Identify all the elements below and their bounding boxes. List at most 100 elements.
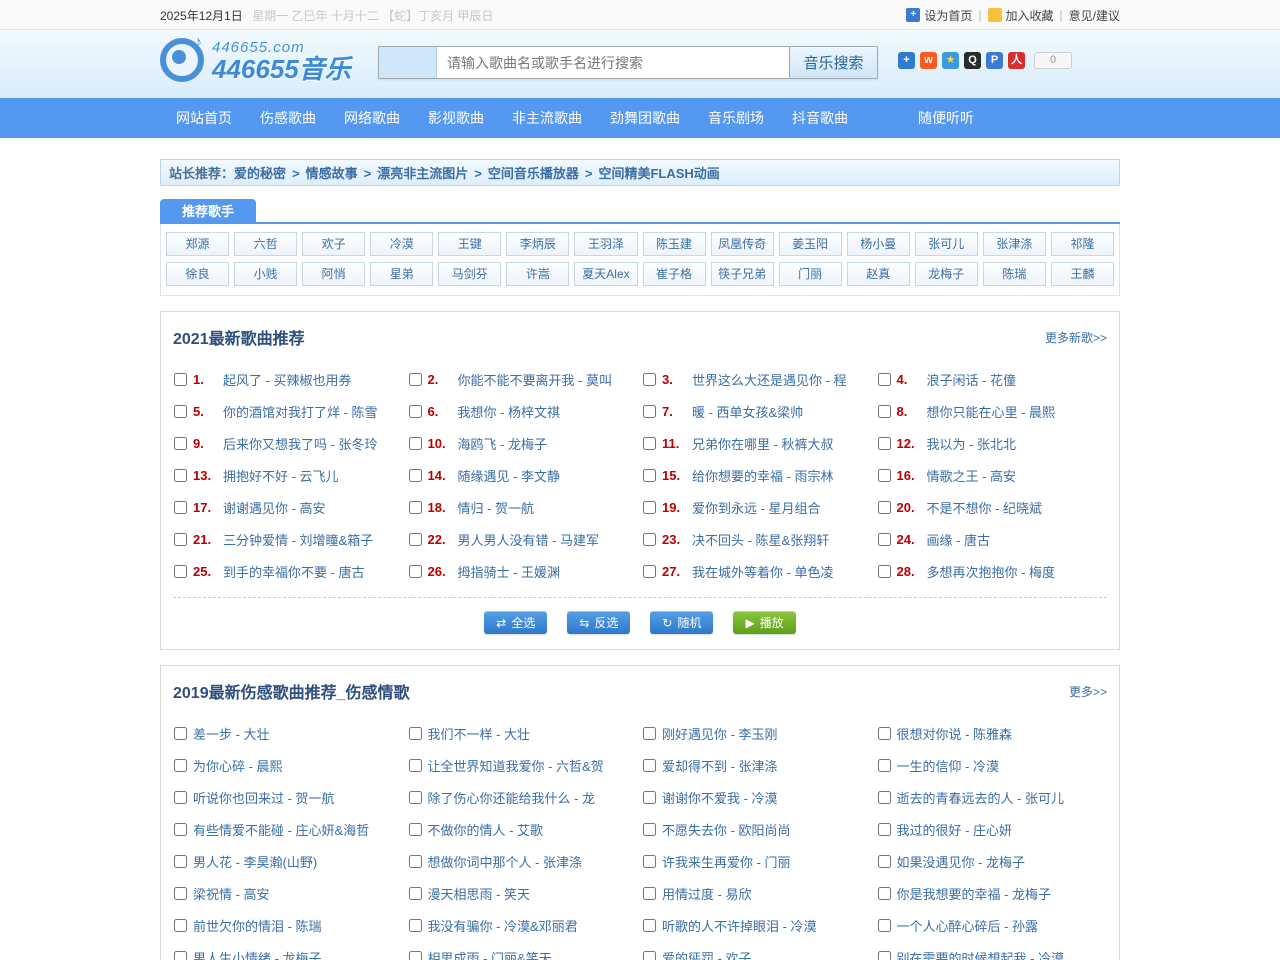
site-logo[interactable]: 446655.com 446655音乐 bbox=[160, 38, 351, 82]
song-checkbox[interactable] bbox=[409, 791, 422, 804]
singer-item[interactable]: 小贱 bbox=[234, 262, 297, 286]
nav-item-8[interactable]: 随便听听 bbox=[904, 98, 988, 138]
song-link[interactable]: 不愿失去你 - 欧阳尚尚 bbox=[662, 820, 791, 839]
renren-icon[interactable]: 人 bbox=[1008, 52, 1025, 69]
singer-item[interactable]: 星弟 bbox=[370, 262, 433, 286]
song-link[interactable]: 我们不一样 - 大壮 bbox=[428, 724, 531, 743]
song-link[interactable]: 逝去的青春远去的人 - 张可儿 bbox=[897, 788, 1065, 807]
song-checkbox[interactable] bbox=[409, 823, 422, 836]
nav-item-7[interactable]: 抖音歌曲 bbox=[778, 98, 862, 138]
nav-item-5[interactable]: 劲舞团歌曲 bbox=[596, 98, 694, 138]
search-category-selector[interactable] bbox=[379, 47, 437, 78]
singer-item[interactable]: 王羽泽 bbox=[574, 232, 637, 256]
singer-item[interactable]: 杨小曼 bbox=[847, 232, 910, 256]
song-link[interactable]: 梁祝情 - 高安 bbox=[193, 884, 270, 903]
song-link[interactable]: 我过的很好 - 庄心妍 bbox=[897, 820, 1013, 839]
song-checkbox[interactable] bbox=[174, 405, 187, 418]
song-link[interactable]: 男人花 - 李昊瀚(山野) bbox=[193, 852, 317, 871]
song-checkbox[interactable] bbox=[643, 565, 656, 578]
top-link-2[interactable]: 意见/建议 bbox=[1069, 7, 1120, 24]
song-checkbox[interactable] bbox=[643, 533, 656, 546]
song-checkbox[interactable] bbox=[174, 759, 187, 772]
song-checkbox[interactable] bbox=[409, 951, 422, 960]
song-checkbox[interactable] bbox=[643, 919, 656, 932]
share-plus-icon[interactable]: + bbox=[898, 52, 915, 69]
song-checkbox[interactable] bbox=[878, 373, 891, 386]
song-checkbox[interactable] bbox=[643, 791, 656, 804]
song-link[interactable]: 让全世界知道我爱你 - 六哲&贺 bbox=[428, 756, 604, 775]
search-input[interactable] bbox=[437, 47, 789, 78]
song-link[interactable]: 刚好遇见你 - 李玉刚 bbox=[662, 724, 778, 743]
song-link[interactable]: 情歌之王 - 高安 bbox=[927, 466, 1017, 485]
qzone-icon[interactable]: ★ bbox=[942, 52, 959, 69]
song-link[interactable]: 爱的惩罚 - 欢子 bbox=[662, 948, 752, 960]
nav-item-4[interactable]: 非主流歌曲 bbox=[498, 98, 596, 138]
song-checkbox[interactable] bbox=[878, 437, 891, 450]
song-checkbox[interactable] bbox=[174, 887, 187, 900]
song-link[interactable]: 有些情爱不能碰 - 庄心妍&海哲 bbox=[193, 820, 369, 839]
song-link[interactable]: 拇指骑士 - 王媛渊 bbox=[458, 562, 561, 581]
song-link[interactable]: 三分钟爱情 - 刘增瞳&箱子 bbox=[223, 530, 373, 549]
song-link[interactable]: 暖 - 西单女孩&梁帅 bbox=[692, 402, 803, 421]
song-link[interactable]: 到手的幸福你不要 - 唐古 bbox=[223, 562, 365, 581]
nav-item-2[interactable]: 网络歌曲 bbox=[330, 98, 414, 138]
song-checkbox[interactable] bbox=[409, 887, 422, 900]
song-link[interactable]: 别在需要的时候想起我 - 冷漠 bbox=[897, 948, 1065, 960]
song-checkbox[interactable] bbox=[878, 823, 891, 836]
singer-item[interactable]: 凤凰传奇 bbox=[711, 232, 774, 256]
song-link[interactable]: 我以为 - 张北北 bbox=[927, 434, 1017, 453]
music-search-button[interactable]: 音乐搜索 bbox=[789, 47, 877, 78]
song-link[interactable]: 男人生小情绪 - 龙梅子 bbox=[193, 948, 322, 960]
singer-item[interactable]: 祁隆 bbox=[1051, 232, 1114, 256]
song-checkbox[interactable] bbox=[174, 791, 187, 804]
song-link[interactable]: 爱却得不到 - 张津涤 bbox=[662, 756, 778, 775]
song-checkbox[interactable] bbox=[643, 469, 656, 482]
song-link[interactable]: 起风了 - 买辣椒也用券 bbox=[223, 370, 352, 389]
song-link[interactable]: 你是我想要的幸福 - 龙梅子 bbox=[897, 884, 1052, 903]
song-link[interactable]: 海鸥飞 - 龙梅子 bbox=[458, 434, 548, 453]
song-link[interactable]: 如果没遇见你 - 龙梅子 bbox=[897, 852, 1026, 871]
singer-item[interactable]: 陈玉建 bbox=[643, 232, 706, 256]
song-checkbox[interactable] bbox=[409, 373, 422, 386]
song-link[interactable]: 用情过度 - 易欣 bbox=[662, 884, 752, 903]
singer-item[interactable]: 龙梅子 bbox=[915, 262, 978, 286]
song-checkbox[interactable] bbox=[174, 437, 187, 450]
singer-item[interactable]: 欢子 bbox=[302, 232, 365, 256]
song-checkbox[interactable] bbox=[878, 727, 891, 740]
song-link[interactable]: 除了伤心你还能给我什么 - 龙 bbox=[428, 788, 596, 807]
song-checkbox[interactable] bbox=[174, 373, 187, 386]
pengyou-icon[interactable]: P bbox=[986, 52, 1003, 69]
qq-icon[interactable]: Q bbox=[964, 52, 981, 69]
song-link[interactable]: 世界这么大还是遇见你 - 程 bbox=[692, 370, 847, 389]
song-link[interactable]: 差一步 - 大壮 bbox=[193, 724, 270, 743]
nav-item-6[interactable]: 音乐剧场 bbox=[694, 98, 778, 138]
more-sad-songs-link[interactable]: 更多>> bbox=[1069, 683, 1107, 700]
singer-item[interactable]: 张津涤 bbox=[983, 232, 1046, 256]
tab-recommended-singers[interactable]: 推荐歌手 bbox=[160, 199, 256, 224]
song-link[interactable]: 一个人心醉心碎后 - 孙露 bbox=[897, 916, 1039, 935]
singer-item[interactable]: 门丽 bbox=[779, 262, 842, 286]
recommend-link-3[interactable]: 空间音乐播放器 bbox=[488, 166, 579, 181]
singer-item[interactable]: 徐良 bbox=[166, 262, 229, 286]
song-checkbox[interactable] bbox=[174, 855, 187, 868]
song-checkbox[interactable] bbox=[643, 437, 656, 450]
singer-item[interactable]: 张可儿 bbox=[915, 232, 978, 256]
singer-item[interactable]: 姜玉阳 bbox=[779, 232, 842, 256]
song-link[interactable]: 爱你到永远 - 星月组合 bbox=[692, 498, 821, 517]
invert-select-button[interactable]: ⇆反选 bbox=[567, 611, 630, 634]
song-link[interactable]: 你的酒馆对我打了烊 - 陈雪 bbox=[223, 402, 378, 421]
song-link[interactable]: 我没有骗你 - 冷漠&邓丽君 bbox=[428, 916, 578, 935]
singer-item[interactable]: 王键 bbox=[438, 232, 501, 256]
song-checkbox[interactable] bbox=[409, 437, 422, 450]
song-checkbox[interactable] bbox=[174, 919, 187, 932]
song-checkbox[interactable] bbox=[174, 469, 187, 482]
song-checkbox[interactable] bbox=[878, 951, 891, 960]
song-link[interactable]: 许我来生再爱你 - 门丽 bbox=[662, 852, 791, 871]
singer-item[interactable]: 六哲 bbox=[234, 232, 297, 256]
nav-item-3[interactable]: 影视歌曲 bbox=[414, 98, 498, 138]
song-checkbox[interactable] bbox=[409, 727, 422, 740]
song-checkbox[interactable] bbox=[643, 501, 656, 514]
song-link[interactable]: 前世欠你的情泪 - 陈瑞 bbox=[193, 916, 322, 935]
singer-item[interactable]: 陈瑞 bbox=[983, 262, 1046, 286]
song-checkbox[interactable] bbox=[878, 533, 891, 546]
